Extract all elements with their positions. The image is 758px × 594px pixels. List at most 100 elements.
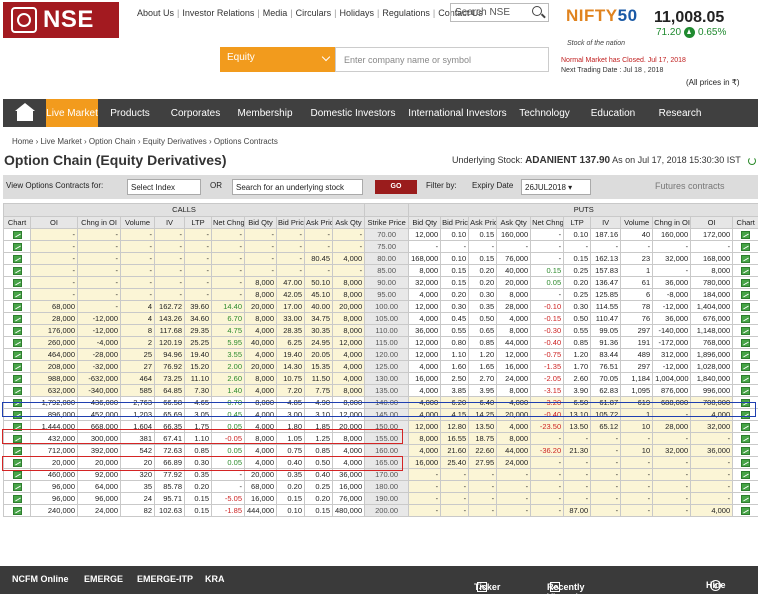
header-link[interactable]: Holidays [336,8,377,18]
header-link[interactable]: Circulars [293,8,335,18]
chart-icon[interactable] [741,279,751,287]
nav-item[interactable]: Membership [229,99,301,127]
breadcrumb-item[interactable]: Option Chain [89,137,136,146]
chart-icon[interactable] [741,363,751,371]
chart-icon[interactable] [12,339,22,347]
strike-price[interactable]: 85.00 [364,264,410,277]
chart-icon[interactable] [12,243,22,251]
strike-price[interactable]: 120.00 [364,348,410,361]
breadcrumb-item[interactable]: Equity Derivatives [143,137,207,146]
chart-cell[interactable] [3,480,31,493]
header-link[interactable]: About Us [134,8,177,18]
chart-icon[interactable] [12,315,22,323]
chart-cell[interactable] [732,348,758,361]
footer-link-emerge-itp[interactable]: EMERGE-ITP [137,574,193,584]
chart-cell[interactable] [3,348,31,361]
chart-icon[interactable] [741,375,751,383]
chart-icon[interactable] [12,351,22,359]
nav-item[interactable]: Technology [510,99,579,127]
chart-cell[interactable] [3,456,31,469]
chart-cell[interactable] [732,456,758,469]
nifty-logo[interactable]: NIFTY50 [566,6,638,26]
chart-cell[interactable] [3,324,31,337]
nav-item[interactable]: International Investors [405,99,510,127]
strike-price[interactable]: 80.00 [364,252,410,265]
underlying-search-input[interactable]: Search for an underlying stock [232,179,363,195]
chart-cell[interactable] [3,288,31,301]
chart-icon[interactable] [12,303,22,311]
footer-link-emerge[interactable]: EMERGE [84,574,123,584]
futures-contracts-link[interactable]: Futures contracts [655,181,725,191]
nse-logo[interactable]: NSE [3,2,119,38]
chart-cell[interactable] [3,240,31,253]
chart-cell[interactable] [3,372,31,385]
chart-cell[interactable] [3,360,31,373]
chart-icon[interactable] [741,315,751,323]
chart-cell[interactable] [732,408,758,421]
chart-cell[interactable] [3,252,31,265]
chart-cell[interactable] [732,480,758,493]
strike-price[interactable]: 190.00 [364,492,410,505]
chart-icon[interactable] [741,327,751,335]
chart-icon[interactable] [12,435,22,443]
chart-icon[interactable] [12,363,22,371]
chart-cell[interactable] [732,276,758,289]
strike-price[interactable]: 200.00 [364,504,410,517]
chart-icon[interactable] [741,495,751,503]
chart-cell[interactable] [732,300,758,313]
chart-icon[interactable] [12,471,22,479]
chart-icon[interactable] [741,243,751,251]
expiry-select[interactable]: 26JUL2018 ▾ [521,179,591,195]
chart-icon[interactable] [12,507,22,515]
chart-icon[interactable] [12,327,22,335]
strike-price[interactable]: 165.00 [364,456,410,469]
chart-cell[interactable] [3,420,31,433]
chart-icon[interactable] [741,399,751,407]
chart-icon[interactable] [741,255,751,263]
chart-cell[interactable] [732,288,758,301]
chart-icon[interactable] [12,399,22,407]
chart-cell[interactable] [732,360,758,373]
chart-icon[interactable] [741,459,751,467]
strike-price[interactable]: 90.00 [364,276,410,289]
header-link[interactable]: Investor Relations [179,8,257,18]
chart-icon[interactable] [12,411,22,419]
chart-cell[interactable] [3,300,31,313]
chart-cell[interactable] [732,396,758,409]
header-link[interactable]: Media [260,8,291,18]
breadcrumb-item[interactable]: Live Market [40,137,81,146]
strike-price[interactable]: 125.00 [364,360,410,373]
strike-price[interactable]: 170.00 [364,468,410,481]
chart-cell[interactable] [732,504,758,517]
chart-icon[interactable] [12,495,22,503]
chart-icon[interactable] [12,387,22,395]
chart-cell[interactable] [732,432,758,445]
strike-price[interactable]: 155.00 [364,432,410,445]
strike-price[interactable]: 150.00 [364,420,410,433]
chart-cell[interactable] [732,444,758,457]
chart-cell[interactable] [3,432,31,445]
chart-icon[interactable] [741,507,751,515]
chart-icon[interactable] [741,303,751,311]
chart-icon[interactable] [12,447,22,455]
header-link[interactable]: Regulations [379,8,433,18]
chart-cell[interactable] [732,240,758,253]
nav-item[interactable]: Products [98,99,162,127]
chart-icon[interactable] [12,267,22,275]
strike-price[interactable]: 160.00 [364,444,410,457]
chart-cell[interactable] [732,264,758,277]
strike-price[interactable]: 95.00 [364,288,410,301]
chart-cell[interactable] [3,264,31,277]
chart-cell[interactable] [3,408,31,421]
chart-cell[interactable] [3,504,31,517]
chart-cell[interactable] [732,312,758,325]
chart-icon[interactable] [741,471,751,479]
nav-item[interactable]: Corporates [162,99,229,127]
nav-item[interactable]: Live Market [46,99,98,127]
search-icon[interactable] [532,6,542,16]
chart-icon[interactable] [12,483,22,491]
index-select[interactable]: Select Index [127,179,201,195]
chart-icon[interactable] [741,351,751,359]
chart-cell[interactable] [732,372,758,385]
chart-icon[interactable] [12,423,22,431]
